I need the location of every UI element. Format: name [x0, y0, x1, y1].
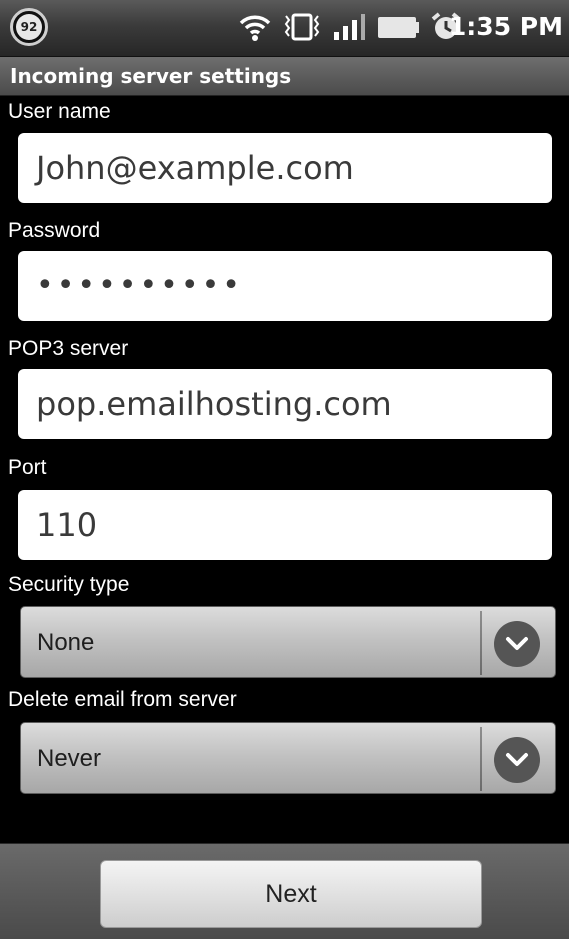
delete-email-dropdown[interactable]: Never	[20, 722, 556, 794]
battery-icon	[378, 17, 419, 38]
battery-level-badge: 92	[10, 8, 48, 46]
password-field[interactable]: ••••••••••	[18, 251, 552, 321]
dropdown-divider	[480, 611, 482, 675]
delete-email-label: Delete email from server	[8, 688, 237, 711]
status-icons	[238, 8, 462, 46]
chevron-down-icon[interactable]	[494, 737, 540, 783]
pop3-server-field[interactable]: pop.emailhosting.com	[18, 369, 552, 439]
security-type-label: Security type	[8, 573, 130, 596]
wifi-icon	[239, 15, 271, 41]
password-label: Password	[8, 219, 101, 242]
battery-level-text: 92	[16, 14, 42, 40]
security-type-value: None	[37, 629, 95, 656]
dropdown-divider	[480, 727, 482, 791]
status-bar: 92 1:35 PM	[0, 0, 569, 57]
username-field[interactable]: John@example.com	[18, 133, 552, 203]
page-title: Incoming server settings	[10, 64, 292, 88]
port-field[interactable]: 110	[18, 490, 552, 560]
status-time: 1:35 PM	[448, 12, 563, 41]
port-label: Port	[8, 456, 47, 479]
title-bar: Incoming server settings	[0, 57, 569, 96]
bottom-action-bar: Next	[0, 843, 569, 939]
username-label: User name	[8, 100, 111, 123]
signal-icon	[334, 14, 365, 40]
delete-email-value: Never	[37, 745, 102, 772]
security-type-dropdown[interactable]: None	[20, 606, 556, 678]
next-button[interactable]: Next	[100, 860, 482, 928]
pop3-server-label: POP3 server	[8, 337, 129, 360]
chevron-down-icon[interactable]	[494, 621, 540, 667]
vibrate-icon	[284, 13, 320, 41]
